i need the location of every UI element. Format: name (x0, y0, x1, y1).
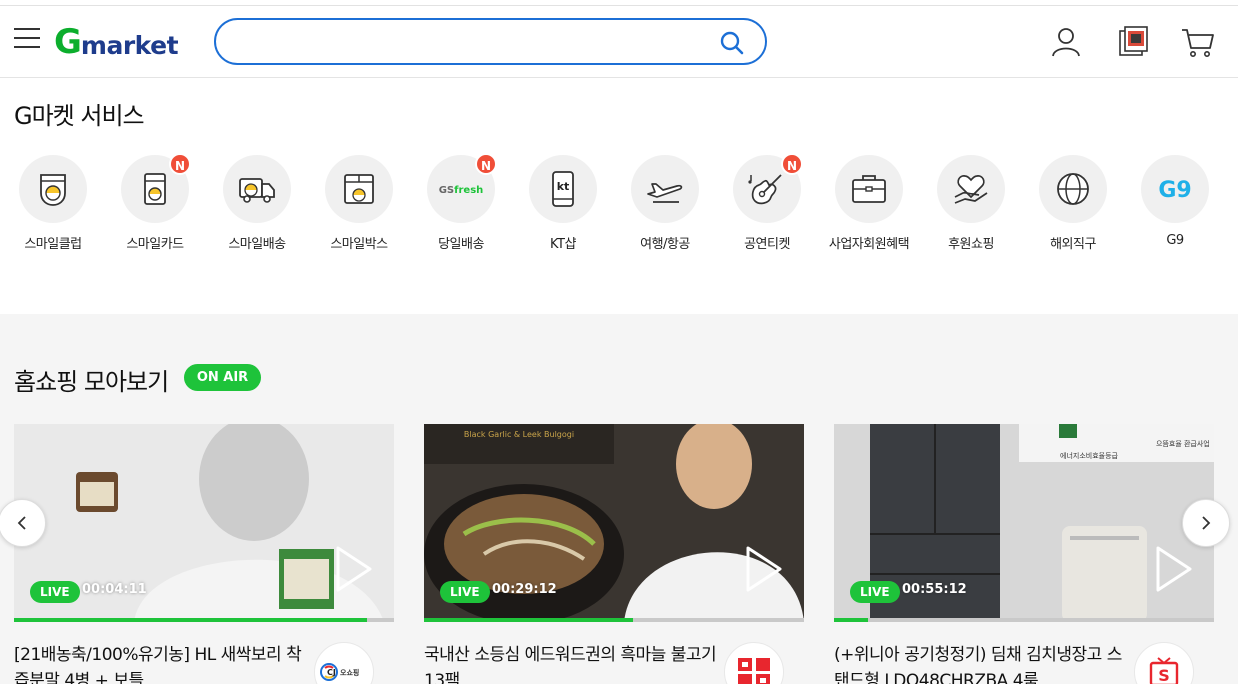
search-box (214, 18, 767, 65)
thumb-caption: Black Garlic & Leek Bulgogi (464, 430, 574, 439)
logo-text: market (80, 30, 179, 60)
progress-bar (834, 618, 1214, 622)
smile-box-icon (344, 174, 374, 204)
live-badge: LIVE (850, 581, 900, 603)
chevron-right-icon (1202, 516, 1211, 530)
service-donation[interactable]: 후원쇼핑 (921, 155, 1021, 252)
guitar-icon (748, 174, 782, 205)
gmarket-logo[interactable]: Gmarket (54, 22, 179, 62)
gongyoung-logo (738, 658, 770, 684)
card-title[interactable]: (+위니아 공기청정기) 딤채 김치냉장고 스탠드형 LDQ48CHRZBA 4… (834, 642, 1134, 684)
play-icon[interactable] (334, 544, 374, 594)
card-title[interactable]: 국내산 소등심 에드워드권의 흑마늘 불고기 13팩 (424, 642, 724, 684)
progress-fill (14, 618, 368, 622)
service-label: 여행/항공 (640, 237, 690, 252)
service-label: 사업자회원혜택 (828, 237, 910, 252)
service-travel[interactable]: 여행/항공 (615, 155, 715, 252)
video-thumbnail[interactable]: Black Garlic & Leek Bulgogi LIVE 00:29:1… (424, 424, 804, 622)
service-label: 스마일카드 (126, 237, 184, 252)
briefcase-icon (852, 175, 886, 203)
g9-icon: G9 (1158, 178, 1191, 203)
kt-phone-icon: kt (552, 171, 574, 207)
service-business[interactable]: 사업자회원혜택 (819, 155, 919, 252)
service-smile-delivery[interactable]: 스마일배송 (207, 155, 307, 252)
service-label: KT샵 (550, 237, 576, 252)
homeshopping-card[interactable]: 에너지소비효율등급 으뜸효율 환급사업 LIVE 00:55:12 (+위니아 … (834, 424, 1214, 684)
progress-fill (424, 618, 633, 622)
chevron-left-icon (17, 516, 26, 530)
card-title[interactable]: [21배농축/100%유기농] HL 새싹보리 착즙분말 4병 + 보틀 (14, 642, 314, 684)
user-icon[interactable] (1048, 24, 1084, 60)
service-g9[interactable]: G9 G9 (1125, 155, 1225, 248)
live-time: 00:29:12 (492, 582, 557, 597)
new-badge: N (475, 153, 497, 175)
video-thumbnail[interactable]: LIVE 00:04:11 (14, 424, 394, 622)
svg-text:G9: G9 (1158, 178, 1191, 203)
smile-card-icon (144, 173, 166, 205)
svg-text:S: S (1158, 666, 1170, 684)
cart-icon[interactable] (1180, 24, 1216, 60)
progress-bar (14, 618, 394, 622)
play-icon[interactable] (1154, 544, 1194, 594)
menu-icon[interactable] (14, 28, 40, 50)
service-label: 스마일박스 (330, 237, 388, 252)
svg-text:오쇼핑: 오쇼핑 (340, 668, 359, 677)
channel-logo[interactable] (724, 642, 784, 684)
service-smile-card[interactable]: N 스마일카드 (105, 153, 205, 252)
smile-club-icon (40, 174, 66, 206)
next-arrow-button[interactable] (1182, 499, 1230, 547)
service-same-day[interactable]: GSfresh N 당일배송 (411, 153, 511, 252)
cj-logo: CJ 오쇼핑 (320, 663, 359, 681)
progress-bar (424, 618, 804, 622)
homeshopping-title: 홈쇼핑 모아보기 (14, 368, 169, 396)
service-smile-club[interactable]: 스마일클럽 (3, 155, 103, 252)
header: Gmarket (0, 6, 1238, 78)
services-list: 스마일클럽 N 스마일카드 스마일배송 스마일박스 GSfresh N 당일배송… (0, 153, 1238, 265)
live-badge: LIVE (440, 581, 490, 603)
service-smile-box[interactable]: 스마일박스 (309, 155, 409, 252)
service-global[interactable]: 해외직구 (1023, 155, 1123, 252)
live-time: 00:55:12 (902, 582, 967, 597)
thumb-caption: 에너지소비효율등급 (1060, 451, 1119, 460)
service-label: 해외직구 (1050, 237, 1096, 252)
airplane-icon (647, 183, 683, 203)
video-thumbnail[interactable]: 에너지소비효율등급 으뜸효율 환급사업 LIVE 00:55:12 (834, 424, 1214, 622)
smile-delivery-icon (239, 178, 275, 203)
services-title: G마켓 서비스 (14, 102, 145, 130)
channel-logo[interactable]: CJ 오쇼핑 (314, 642, 374, 684)
svg-text:GSfresh: GSfresh (439, 185, 483, 196)
service-label: 스마일배송 (228, 237, 286, 252)
homeshopping-card[interactable]: Black Garlic & Leek Bulgogi LIVE 00:29:1… (424, 424, 804, 684)
service-label: 공연티켓 (744, 237, 790, 252)
search-input[interactable] (234, 28, 714, 56)
search-icon[interactable] (719, 30, 745, 56)
live-badge: LIVE (30, 581, 80, 603)
svg-text:CJ: CJ (327, 668, 336, 677)
service-ticket[interactable]: N 공연티켓 (717, 153, 817, 252)
service-kt-shop[interactable]: kt KT샵 (513, 155, 613, 252)
svg-text:kt: kt (557, 180, 570, 193)
service-label: G9 (1166, 233, 1184, 248)
logo-g: G (54, 22, 82, 62)
service-label: 후원쇼핑 (948, 237, 994, 252)
globe-icon (1057, 173, 1089, 205)
new-badge: N (169, 153, 191, 175)
progress-fill (834, 618, 869, 622)
prev-arrow-button[interactable] (0, 499, 46, 547)
play-icon[interactable] (744, 544, 784, 594)
thumb-caption: 으뜸효율 환급사업 (1156, 439, 1210, 448)
recent-view-icon[interactable] (1116, 24, 1152, 60)
live-time: 00:04:11 (82, 582, 147, 597)
service-label: 스마일클럽 (24, 237, 82, 252)
new-badge: N (781, 153, 803, 175)
homeshopping-card[interactable]: LIVE 00:04:11 [21배농축/100%유기농] HL 새싹보리 착즙… (14, 424, 394, 684)
heart-hand-icon (954, 175, 988, 204)
service-label: 당일배송 (438, 237, 484, 252)
on-air-badge: ON AIR (184, 364, 261, 391)
channel-logo[interactable]: S (1134, 642, 1194, 684)
sk-stoa-logo: S (1149, 657, 1179, 684)
gs-fresh-icon: GSfresh (439, 185, 483, 196)
